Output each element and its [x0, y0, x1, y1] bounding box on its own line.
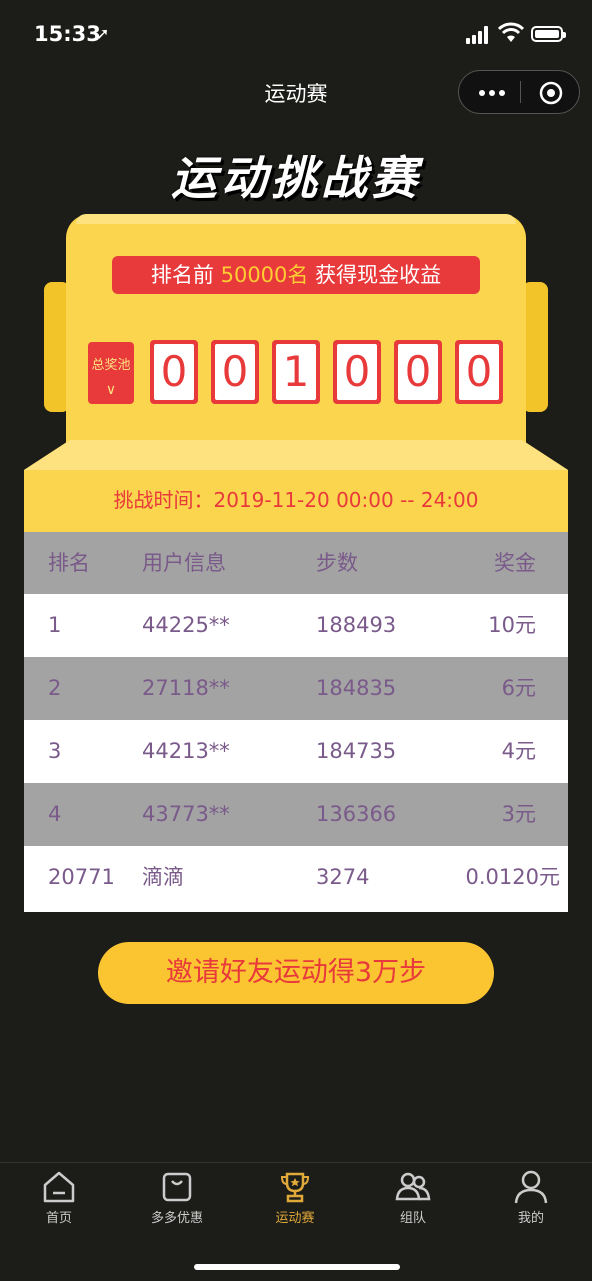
tab-sports[interactable]: 运动赛: [236, 1163, 354, 1243]
header-user: 用户信息: [142, 551, 226, 575]
more-icon[interactable]: [477, 85, 507, 99]
invite-friends-button[interactable]: 邀请好友运动得3万步: [98, 942, 494, 1004]
close-target-icon[interactable]: [539, 81, 563, 105]
trophy-icon: [280, 1172, 310, 1203]
ranking-table: 排名 用户信息 步数 奖金 1 44225** 188493 10元 2 271…: [24, 532, 568, 912]
bag-icon: [162, 1172, 192, 1202]
profile-icon: [514, 1170, 548, 1204]
prize-machine: [66, 214, 526, 464]
table-row: 2 27118** 184835 6元: [24, 657, 568, 720]
wifi-icon: [498, 22, 524, 42]
banner-highlight: 50000名: [220, 263, 309, 287]
home-icon: [43, 1171, 75, 1203]
battery-icon: [531, 26, 566, 42]
prize-digit: 0: [211, 340, 259, 404]
status-time: 15:33: [34, 22, 101, 46]
table-row: 1 44225** 188493 10元: [24, 594, 568, 657]
my-rank-row: 20771 滴滴 3274 0.0120元: [24, 846, 568, 912]
prize-digit: 0: [455, 340, 503, 404]
prize-digit: 0: [394, 340, 442, 404]
tab-profile[interactable]: 我的: [472, 1163, 590, 1243]
banner-suffix: 获得现金收益: [308, 263, 442, 287]
banner-prefix: 排名前: [150, 263, 221, 287]
prize-digit: 0: [333, 340, 381, 404]
prize-pool-text: 总奖池: [91, 358, 131, 373]
prize-digit: 0: [150, 340, 198, 404]
location-arrow-icon: ➚: [96, 24, 110, 43]
header-prize: 奖金: [494, 551, 536, 575]
challenge-time: 挑战时间：2019-11-20 00:00 -- 24:00: [113, 488, 479, 512]
signal-icon: [466, 26, 492, 44]
chevron-down-icon: ∨: [105, 382, 117, 398]
status-bar: 15:33 ➚: [0, 0, 592, 70]
prize-digit: 1: [272, 340, 320, 404]
miniprogram-capsule: [458, 70, 580, 114]
prize-pool-label[interactable]: 总奖池 ∨: [88, 342, 134, 404]
team-icon: [395, 1172, 431, 1201]
tab-deals[interactable]: 多多优惠: [118, 1163, 236, 1243]
tab-team[interactable]: 组队: [354, 1163, 472, 1243]
table-row: 3 44213** 184735 4元: [24, 720, 568, 783]
table-header: 排名 用户信息 步数 奖金: [24, 532, 568, 594]
home-indicator: [194, 1264, 400, 1270]
header-rank: 排名: [48, 551, 90, 575]
ranking-banner: 排名前 50000名 获得现金收益: [112, 256, 480, 294]
table-row: 4 43773** 136366 3元: [24, 783, 568, 846]
page-title: 运动挑战赛: [171, 151, 421, 205]
tab-home[interactable]: 首页: [0, 1163, 118, 1243]
header-steps: 步数: [316, 551, 358, 575]
